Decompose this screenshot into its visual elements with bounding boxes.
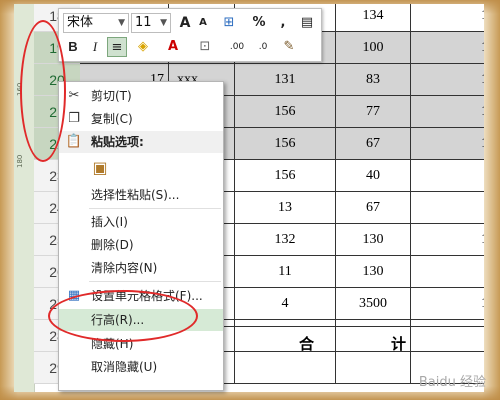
table-cell[interactable]: 10,873.00: [411, 64, 484, 95]
table-cell[interactable]: 10,452.00: [411, 128, 484, 159]
menu-item-label: 取消隐藏(U): [91, 360, 158, 374]
bold-button[interactable]: B: [63, 37, 83, 57]
ruler-tick: 180: [16, 154, 24, 168]
table-cell[interactable]: 13: [235, 192, 336, 223]
table-cell[interactable]: 4: [235, 288, 336, 319]
total-label-he: 合: [299, 337, 315, 353]
menu-item-label: 插入(I): [91, 215, 128, 229]
font-size-select[interactable]: 11 ▼: [131, 13, 171, 33]
table-cell[interactable]: 67: [336, 128, 411, 159]
menu-item-label: 粘贴选项:: [91, 135, 144, 149]
table-cell[interactable]: 11: [235, 256, 336, 287]
menu-item-copy[interactable]: ❐ 复制(C): [59, 108, 223, 130]
fill-color-icon[interactable]: ◈: [133, 37, 153, 57]
menu-item-cut[interactable]: ✂ 剪切(T): [59, 85, 223, 107]
menu-item-paste-special[interactable]: 选择性粘贴(S)...: [59, 184, 223, 206]
font-color-icon[interactable]: A: [163, 37, 183, 57]
font-name-value: 宋体: [67, 15, 94, 30]
decrease-decimal-icon[interactable]: .0: [253, 37, 273, 57]
table-cell[interactable]: 132: [235, 224, 336, 255]
menu-item-label: 清除内容(N): [91, 261, 158, 275]
menu-item-label: 删除(D): [91, 238, 134, 252]
mini-toolbar: 宋体 ▼ 11 ▼ A A ⊞ % , ▤ B I ≡ ◈ A ⊡ .00 .0 ✎: [58, 8, 322, 62]
table-cell[interactable]: 131: [235, 64, 336, 95]
table-cell[interactable]: 156: [235, 96, 336, 127]
menu-item-label: 选择性粘贴(S)...: [91, 188, 180, 202]
total-label-ji: 计: [391, 337, 407, 353]
table-cell[interactable]: 12,150.00: [411, 32, 484, 63]
table-cell[interactable]: 6,240.00: [411, 160, 484, 191]
scissors-icon: ✂: [68, 88, 80, 103]
font-name-select[interactable]: 宋体 ▼: [63, 13, 129, 33]
menu-item-insert[interactable]: 插入(I): [59, 211, 223, 233]
table-cell[interactable]: 871.00: [411, 192, 484, 223]
table-cell[interactable]: 134: [336, 4, 411, 31]
percent-button[interactable]: %: [249, 13, 269, 33]
italic-button[interactable]: I: [85, 37, 105, 57]
context-menu: ✂ 剪切(T) ❐ 复制(C) 📋 粘贴选项: ▣ 选择性粘贴(S)... 插入(I)…: [58, 81, 224, 391]
clear-format-brush-icon[interactable]: ✎: [279, 37, 299, 57]
menu-item-delete[interactable]: 删除(D): [59, 234, 223, 256]
menu-item-label: 复制(C): [91, 112, 133, 126]
menu-item-unhide[interactable]: 取消隐藏(U): [59, 356, 223, 378]
table-cell[interactable]: 83: [336, 64, 411, 95]
menu-item-clear-contents[interactable]: 清除内容(N): [59, 257, 223, 279]
font-size-value: 11: [135, 15, 152, 30]
table-cell[interactable]: 100: [336, 32, 411, 63]
menu-item-label: 剪切(T): [91, 89, 132, 103]
copy-icon: ❐: [68, 111, 80, 126]
grow-font-button[interactable]: A: [175, 13, 195, 33]
chevron-down-icon: ▼: [118, 18, 125, 28]
table-cell[interactable]: 67: [336, 192, 411, 223]
borders-icon[interactable]: ⊡: [195, 37, 215, 57]
menu-separator: [89, 208, 221, 209]
table-cell[interactable]: 130: [336, 256, 411, 287]
paste-option-button[interactable]: ▣: [59, 156, 223, 182]
comma-button[interactable]: ,: [273, 13, 293, 33]
paste-icon: 📋: [65, 134, 83, 149]
table-cell[interactable]: 156: [235, 128, 336, 159]
table-cell[interactable]: 14,000.00: [411, 288, 484, 319]
table-cell[interactable]: 77: [336, 96, 411, 127]
watermark: Baidu 经验: [418, 375, 486, 390]
chevron-down-icon: ▼: [160, 18, 167, 28]
clipboard-icon: ▣: [92, 158, 108, 177]
table-cell[interactable]: 3500: [336, 288, 411, 319]
menu-separator: [89, 281, 221, 282]
number-format-icon[interactable]: ⊞: [219, 13, 239, 33]
increase-decimal-icon[interactable]: .00: [227, 37, 247, 57]
table-cell[interactable]: 156: [235, 160, 336, 191]
table-cell[interactable]: 17,160.00: [411, 224, 484, 255]
table-cell[interactable]: 17,554.00: [411, 4, 484, 31]
table-cell[interactable]: 40: [336, 160, 411, 191]
paste-options-header: 📋 粘贴选项:: [59, 131, 223, 153]
align-center-icon[interactable]: ≡: [107, 37, 127, 57]
annotation-oval-rows: [20, 20, 66, 162]
table-cell[interactable]: 130: [336, 224, 411, 255]
annotation-oval-row-height: [48, 290, 198, 342]
table-cell[interactable]: 12,012.00: [411, 96, 484, 127]
format-painter-icon[interactable]: ▤: [297, 13, 317, 33]
table-cell[interactable]: 1,430.00: [411, 256, 484, 287]
shrink-font-button[interactable]: A: [193, 13, 213, 33]
